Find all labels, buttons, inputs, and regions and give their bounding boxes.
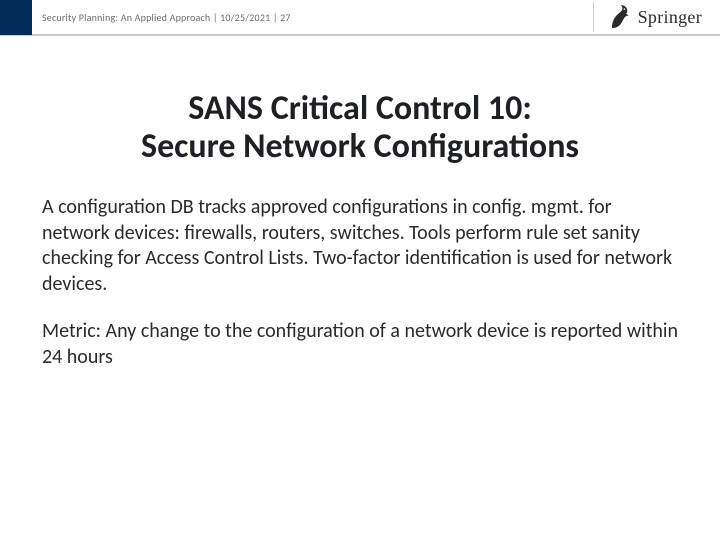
body-paragraph: A configuration DB tracks approved confi…	[42, 195, 678, 297]
slide: Security Planning: An Applied Approach |…	[0, 0, 720, 540]
header-divider	[593, 2, 594, 32]
slide-title: SANS Critical Control 10: Secure Network…	[0, 90, 720, 166]
header-meta-text: Security Planning: An Applied Approach |…	[32, 11, 587, 24]
slide-body: A configuration DB tracks approved confi…	[42, 195, 678, 393]
springer-horse-icon	[608, 4, 632, 30]
body-paragraph: Metric: Any change to the configuration …	[42, 319, 678, 370]
header-accent-bar	[0, 0, 32, 35]
publisher-logo: Springer	[608, 4, 720, 30]
slide-header: Security Planning: An Applied Approach |…	[0, 0, 720, 36]
publisher-name: Springer	[638, 7, 702, 28]
